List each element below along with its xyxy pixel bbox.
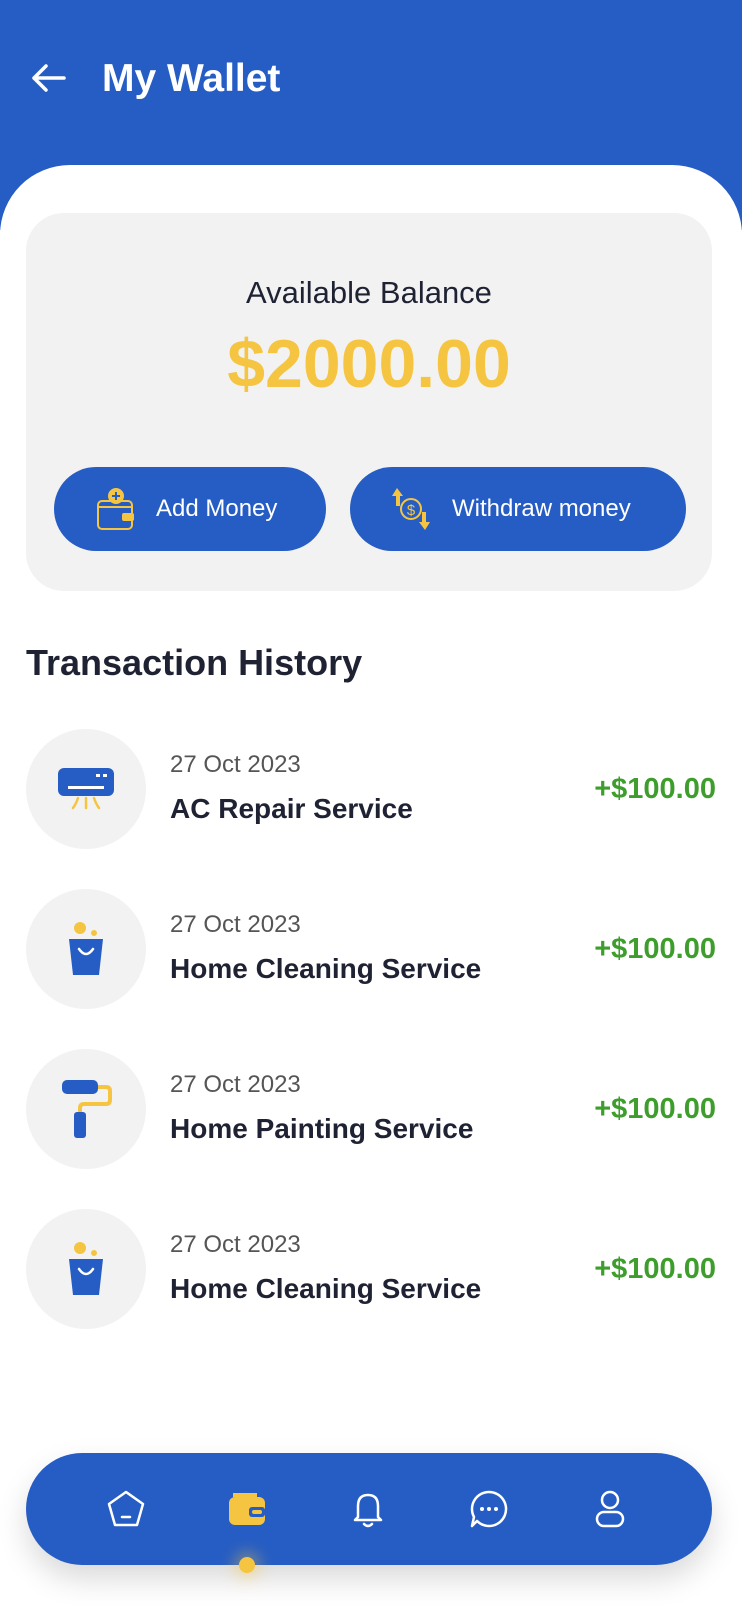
transaction-row[interactable]: 27 Oct 2023 Home Cleaning Service +$100.… xyxy=(26,1209,716,1329)
arrow-left-icon xyxy=(32,64,66,92)
profile-icon xyxy=(595,1490,625,1528)
ac-icon xyxy=(58,768,114,810)
cleaning-bucket-icon xyxy=(69,922,103,975)
transaction-amount: +$100.00 xyxy=(594,773,716,805)
cleaning-bucket-icon xyxy=(69,1242,103,1295)
transaction-date: 27 Oct 2023 xyxy=(170,1231,301,1258)
transaction-date: 27 Oct 2023 xyxy=(170,1071,301,1098)
home-icon xyxy=(107,1490,145,1527)
transaction-icon-bg xyxy=(26,729,146,849)
bell-icon xyxy=(353,1493,383,1528)
transaction-row[interactable]: 27 Oct 2023 AC Repair Service +$100.00 xyxy=(26,729,716,849)
page-title: My Wallet xyxy=(102,57,281,100)
nav-item-home[interactable] xyxy=(104,1487,148,1531)
transaction-amount: +$100.00 xyxy=(594,933,716,965)
balance-amount: $2000.00 xyxy=(227,326,511,402)
bottom-nav xyxy=(26,1453,712,1573)
paint-roller-icon xyxy=(62,1080,112,1138)
nav-item-profile[interactable] xyxy=(588,1487,632,1531)
balance-label: Available Balance xyxy=(246,275,492,310)
balance-card: Available Balance $2000.00 Add Money $ W… xyxy=(26,213,712,591)
transaction-icon-bg xyxy=(26,889,146,1009)
transaction-name: AC Repair Service xyxy=(170,793,413,824)
nav-item-wallet[interactable] xyxy=(225,1487,269,1531)
nav-item-notifications[interactable] xyxy=(346,1487,390,1531)
transaction-name: Home Cleaning Service xyxy=(170,1273,482,1304)
transaction-date: 27 Oct 2023 xyxy=(170,751,301,778)
transaction-amount: +$100.00 xyxy=(594,1253,716,1285)
add-money-button[interactable]: Add Money xyxy=(54,467,326,551)
transaction-name: Home Painting Service xyxy=(170,1113,474,1144)
transaction-icon-bg xyxy=(26,1209,146,1329)
transaction-icon-bg xyxy=(26,1049,146,1169)
nav-item-messages[interactable] xyxy=(467,1487,511,1531)
transaction-row[interactable]: 27 Oct 2023 Home Painting Service +$100.… xyxy=(26,1049,716,1169)
svg-text:$: $ xyxy=(407,502,416,519)
chat-icon xyxy=(470,1490,508,1528)
withdraw-money-label: Withdraw money xyxy=(452,495,631,522)
withdraw-exchange-icon: $ xyxy=(392,488,430,530)
transaction-name: Home Cleaning Service xyxy=(170,953,482,984)
transaction-row[interactable]: 27 Oct 2023 Home Cleaning Service +$100.… xyxy=(26,889,716,1009)
wallet-add-icon xyxy=(97,488,134,530)
withdraw-money-button[interactable]: $ Withdraw money xyxy=(350,467,686,551)
active-indicator xyxy=(239,1557,255,1573)
transaction-date: 27 Oct 2023 xyxy=(170,911,301,938)
back-button[interactable] xyxy=(28,58,68,98)
wallet-icon xyxy=(229,1493,265,1525)
add-money-label: Add Money xyxy=(156,495,278,522)
transaction-history-title: Transaction History xyxy=(26,642,363,683)
transaction-amount: +$100.00 xyxy=(594,1093,716,1125)
